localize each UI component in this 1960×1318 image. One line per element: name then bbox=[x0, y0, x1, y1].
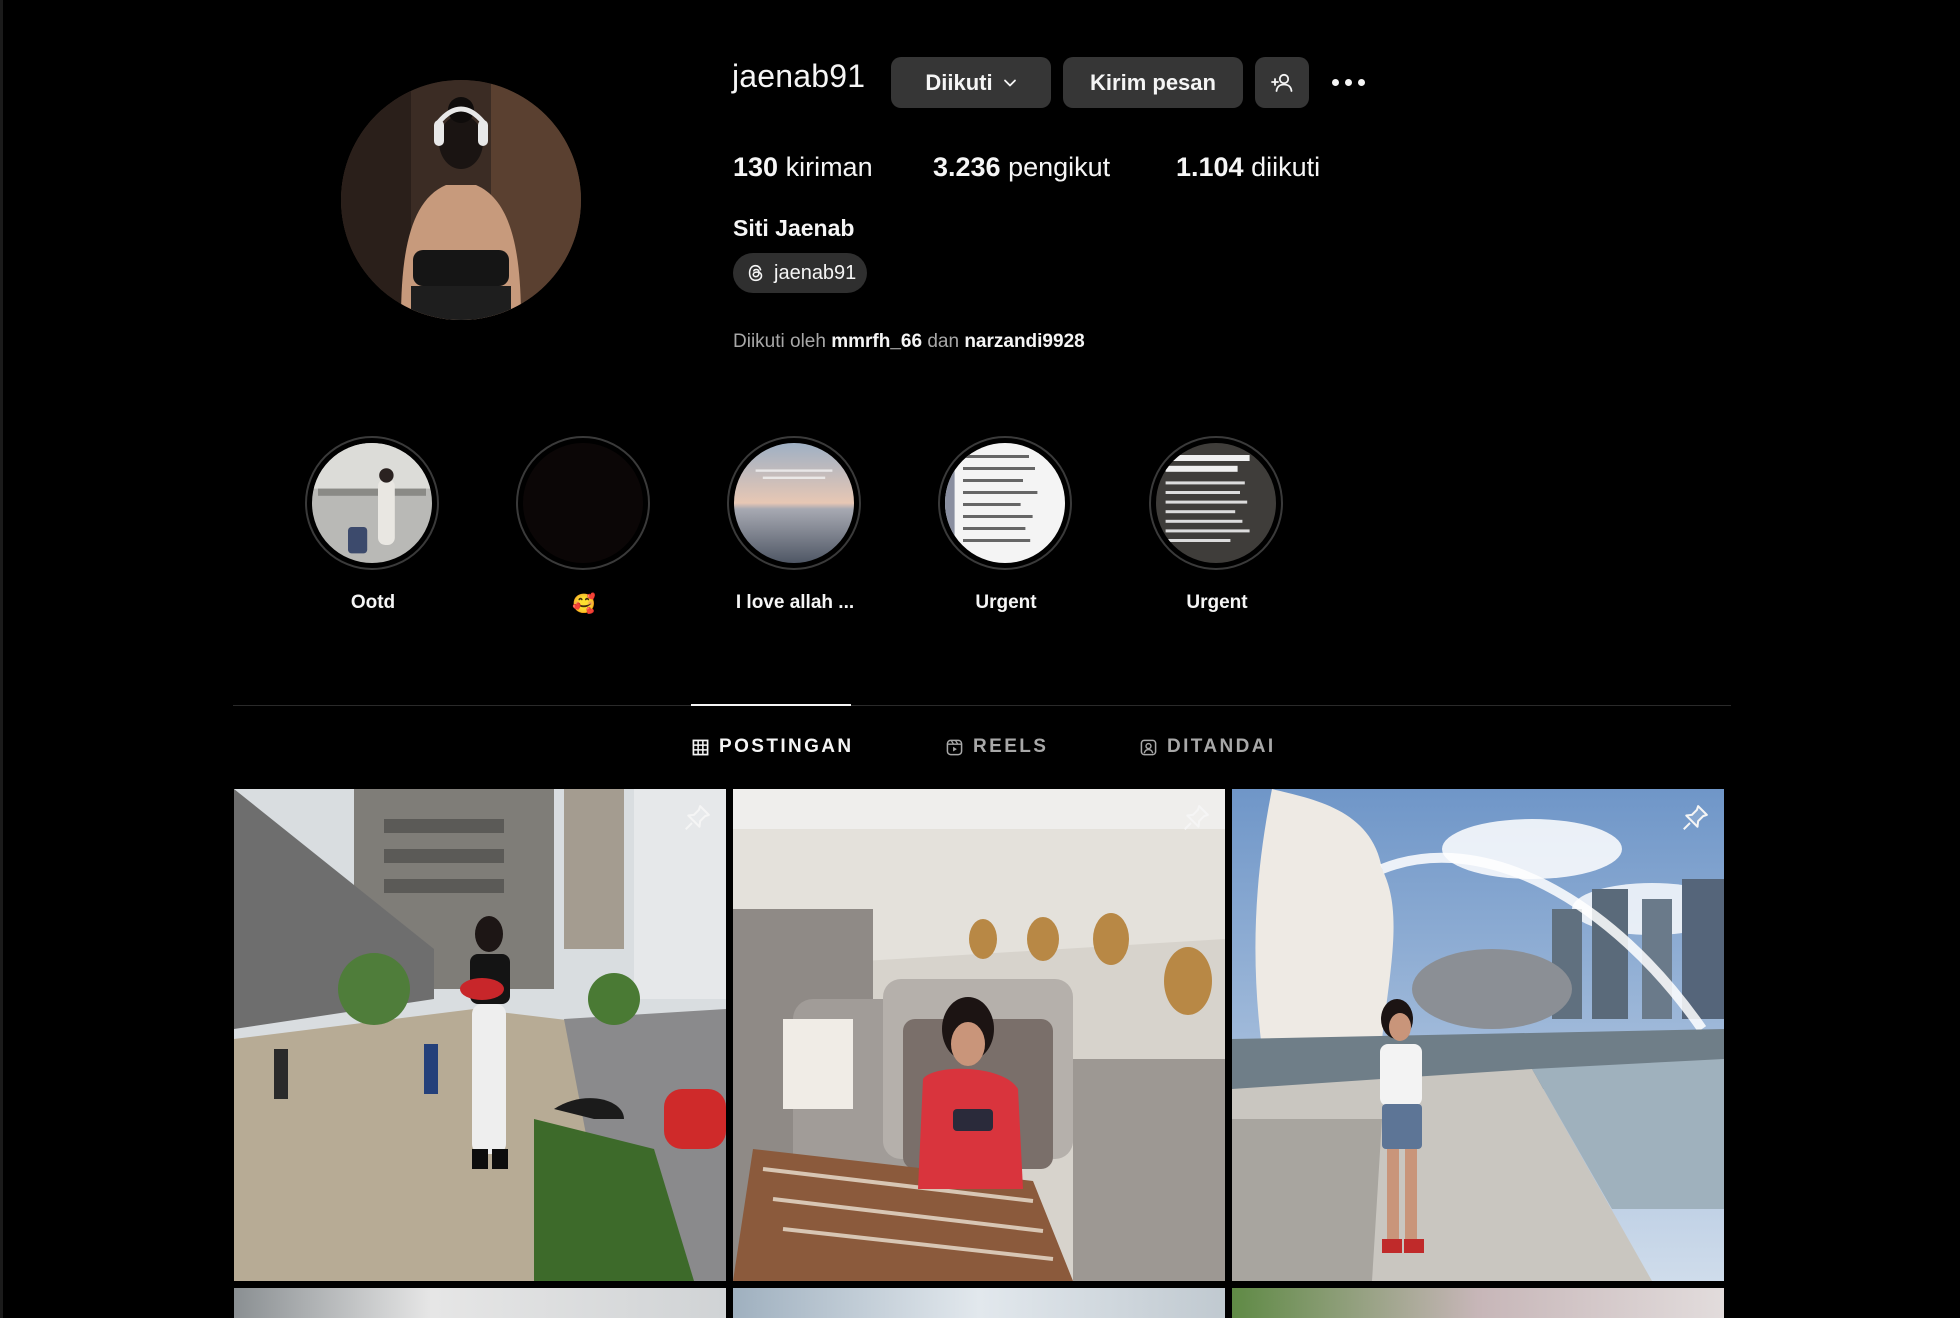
highlight-item[interactable]: 🥰 bbox=[516, 436, 652, 616]
highlight-image bbox=[734, 443, 854, 563]
highlight-image bbox=[945, 443, 1065, 563]
tab-posts-label: POSTINGAN bbox=[719, 736, 854, 757]
chevron-down-icon bbox=[1003, 79, 1016, 86]
followed-by-prefix: Diikuti oleh bbox=[733, 331, 826, 352]
post-image bbox=[234, 1288, 726, 1318]
profile-avatar[interactable] bbox=[341, 80, 581, 320]
highlight-label: I love allah ... bbox=[735, 592, 855, 613]
tab-reels-label: REELS bbox=[973, 736, 1049, 757]
merlion-photo bbox=[1232, 789, 1724, 1281]
street-photo bbox=[234, 789, 726, 1281]
highlight-item[interactable]: Ootd bbox=[305, 436, 441, 614]
post-thumbnail[interactable] bbox=[1232, 1288, 1724, 1318]
avatar-image bbox=[341, 80, 581, 320]
more-options-icon bbox=[1329, 79, 1368, 86]
highlight-cover bbox=[516, 436, 650, 570]
active-tab-indicator bbox=[691, 704, 851, 706]
tab-reels[interactable]: REELS bbox=[946, 736, 1048, 758]
followers-label: pengikut bbox=[1008, 152, 1111, 182]
pinned-icon bbox=[1683, 805, 1708, 830]
threads-icon bbox=[748, 264, 763, 282]
highlight-item[interactable]: Urgent bbox=[938, 436, 1074, 614]
tab-posts[interactable]: POSTINGAN bbox=[692, 736, 854, 758]
send-message-button[interactable]: Kirim pesan bbox=[1063, 57, 1243, 108]
highlight-item[interactable]: Urgent bbox=[1149, 436, 1285, 614]
followed-by-user-link[interactable]: mmrfh_66 bbox=[831, 331, 922, 352]
highlight-label: Urgent bbox=[975, 592, 1037, 613]
following-dropdown-button[interactable]: Diikuti bbox=[891, 57, 1051, 108]
post-image bbox=[1232, 1288, 1724, 1318]
grid-icon bbox=[692, 739, 709, 755]
post-thumbnail[interactable] bbox=[733, 1288, 1225, 1318]
following-count: 1.104 bbox=[1176, 152, 1244, 182]
threads-handle: jaenab91 bbox=[774, 261, 857, 284]
highlight-cover bbox=[938, 436, 1072, 570]
post-thumbnail[interactable] bbox=[1232, 789, 1724, 1281]
send-message-label: Kirim pesan bbox=[1090, 69, 1216, 95]
followed-by-conjunction: dan bbox=[927, 331, 960, 352]
post-image bbox=[733, 1288, 1225, 1318]
tab-tagged[interactable]: DITANDAI bbox=[1140, 736, 1276, 758]
pinned-icon bbox=[1184, 805, 1209, 830]
followed-by-user-link[interactable]: narzandi9928 bbox=[964, 331, 1084, 352]
following-label: diikuti bbox=[1251, 152, 1321, 182]
highlight-image bbox=[312, 443, 432, 563]
highlight-label: 🥰 bbox=[572, 594, 596, 615]
airplane-cabin-photo bbox=[733, 789, 1225, 1281]
followed-by-text: Diikuti oleh mmrfh_66 dan narzandi9928 bbox=[733, 331, 1085, 353]
followers-stat[interactable]: 3.236 pengikut bbox=[933, 152, 1110, 183]
profile-username: jaenab91 bbox=[732, 58, 866, 94]
profile-full-name: Siti Jaenab bbox=[733, 215, 855, 241]
tabs-divider bbox=[233, 705, 1731, 706]
suggest-users-button[interactable] bbox=[1255, 57, 1309, 108]
tab-tagged-label: DITANDAI bbox=[1167, 736, 1276, 757]
pinned-icon bbox=[685, 805, 710, 830]
followers-count: 3.236 bbox=[933, 152, 1001, 182]
highlight-image bbox=[1156, 443, 1276, 563]
following-button-label: Diikuti bbox=[925, 69, 993, 95]
highlight-cover bbox=[305, 436, 439, 570]
highlight-cover bbox=[1149, 436, 1283, 570]
posts-count: 130 bbox=[733, 152, 779, 182]
highlight-item[interactable]: I love allah ... bbox=[727, 436, 863, 614]
more-options-button[interactable] bbox=[1322, 57, 1374, 108]
posts-label: kiriman bbox=[785, 152, 873, 182]
tagged-icon bbox=[1140, 739, 1157, 755]
post-thumbnail[interactable] bbox=[234, 789, 726, 1281]
highlight-label: Urgent bbox=[1186, 592, 1248, 613]
post-thumbnail[interactable] bbox=[234, 1288, 726, 1318]
following-stat[interactable]: 1.104 diikuti bbox=[1176, 152, 1320, 183]
post-thumbnail[interactable] bbox=[733, 789, 1225, 1281]
threads-profile-link[interactable]: jaenab91 bbox=[733, 253, 867, 293]
highlight-cover bbox=[727, 436, 861, 570]
add-user-icon bbox=[1271, 73, 1293, 92]
posts-count-stat: 130 kiriman bbox=[733, 152, 873, 183]
highlight-label: Ootd bbox=[350, 592, 396, 613]
window-edge bbox=[0, 0, 3, 1318]
reels-icon bbox=[946, 739, 963, 755]
